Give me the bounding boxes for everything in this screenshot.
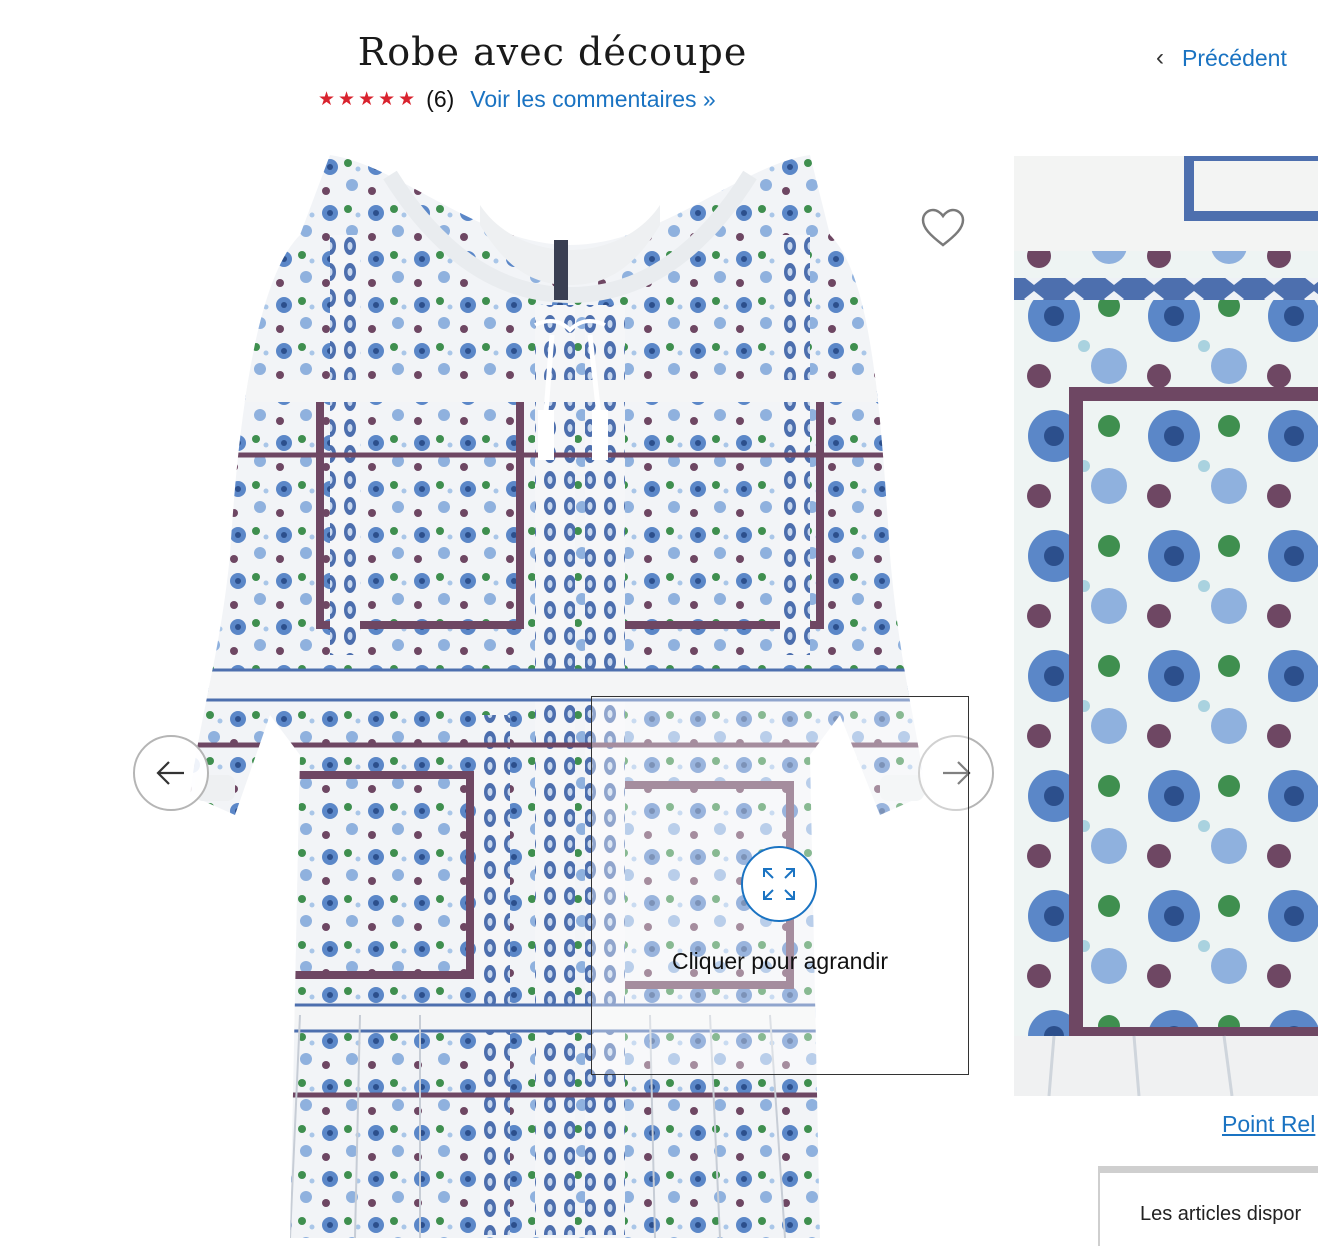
heart-icon <box>921 208 965 247</box>
review-count: (6) <box>426 86 455 112</box>
product-title: Robe avec découpe <box>357 30 748 74</box>
see-reviews-link[interactable]: Voir les commentaires » <box>470 86 715 113</box>
rating-row: ★★★★★ (6) Voir les commentaires » <box>318 86 716 113</box>
chevron-left-icon: ‹ <box>1156 44 1164 71</box>
previous-product-link[interactable]: ‹ Précédent <box>1156 44 1287 72</box>
carousel-prev-button[interactable] <box>133 735 209 811</box>
pickup-point-link[interactable]: Point Rel <box>1222 1111 1315 1138</box>
previous-label: Précédent <box>1182 44 1287 71</box>
expand-icon <box>763 868 795 900</box>
zoom-lens[interactable]: Cliquer pour agrandir <box>591 696 969 1075</box>
stock-info-box: Les articles dispor <box>1098 1166 1318 1246</box>
zoom-button[interactable] <box>741 846 817 922</box>
product-detail-image[interactable] <box>1014 156 1318 1096</box>
arrow-left-icon <box>156 761 184 785</box>
zoom-label: Cliquer pour agrandir <box>671 948 889 974</box>
print-closeup <box>1014 156 1318 1096</box>
stock-info-text: Les articles dispor <box>1140 1203 1302 1225</box>
favorite-button[interactable] <box>920 207 966 249</box>
rating-stars: ★★★★★ <box>318 89 419 110</box>
